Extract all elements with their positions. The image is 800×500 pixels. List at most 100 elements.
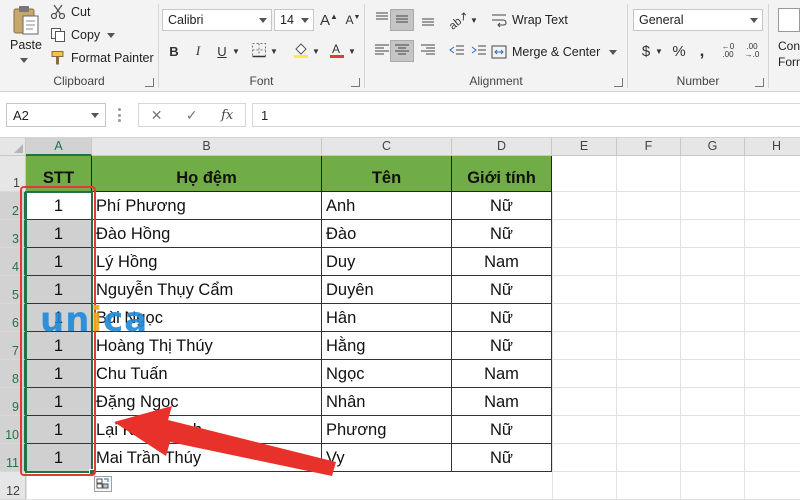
cut-button[interactable]: Cut	[50, 4, 90, 20]
stt-cell[interactable]: 1	[26, 416, 92, 444]
paste-dropdown-icon[interactable]	[20, 58, 28, 63]
copy-button[interactable]: Copy	[50, 27, 116, 43]
ten-cell[interactable]: Phương	[322, 416, 452, 444]
column-header-h[interactable]: H	[745, 138, 800, 156]
italic-button[interactable]: I	[186, 40, 210, 62]
ho-dem-cell[interactable]: Chu Tuấn	[92, 360, 322, 388]
underline-dropdown-icon[interactable]: ▼	[231, 40, 241, 62]
row-header-9[interactable]: 9	[0, 388, 26, 416]
ten-cell[interactable]: Duy	[322, 248, 452, 276]
empty-cell[interactable]	[552, 156, 617, 192]
row-header-7[interactable]: 7	[0, 332, 26, 360]
align-right-button[interactable]	[416, 40, 440, 62]
format-painter-button[interactable]: Format Painter	[50, 50, 154, 66]
orientation-dropdown-icon[interactable]: ▼	[469, 9, 479, 31]
stt-cell[interactable]: 1	[26, 360, 92, 388]
decrease-decimal-button[interactable]: .00 →.0	[740, 40, 764, 62]
ho-dem-cell[interactable]: Lại Kim Thanh	[92, 416, 322, 444]
insert-function-icon[interactable]: fx	[221, 108, 233, 123]
gioi-tinh-cell[interactable]: Nữ	[452, 304, 552, 332]
increase-font-size-button[interactable]: A▲	[317, 9, 341, 31]
copy-dropdown-icon[interactable]	[107, 32, 116, 38]
borders-dropdown-icon[interactable]: ▼	[269, 40, 279, 62]
ho-dem-cell[interactable]: Mai Trần Thúy	[92, 444, 322, 472]
row-header-1[interactable]: 1	[0, 156, 26, 192]
bottom-align-button[interactable]	[416, 9, 440, 31]
fill-handle[interactable]	[89, 469, 95, 475]
row-header-10[interactable]: 10	[0, 416, 26, 444]
number-dialog-launcher-icon[interactable]	[755, 78, 764, 87]
row-header-2[interactable]: 2	[0, 192, 26, 220]
header-cell-ten[interactable]: Tên	[322, 156, 452, 192]
column-header-b[interactable]: B	[92, 138, 322, 156]
column-header-d[interactable]: D	[452, 138, 552, 156]
header-cell-ho-dem[interactable]: Họ đệm	[92, 156, 322, 192]
column-header-c[interactable]: C	[322, 138, 452, 156]
stt-cell[interactable]: 1	[26, 220, 92, 248]
empty-cell[interactable]	[745, 156, 800, 192]
font-dialog-launcher-icon[interactable]	[351, 78, 360, 87]
row-header-3[interactable]: 3	[0, 220, 26, 248]
increase-decimal-button[interactable]: ←0.00	[716, 40, 740, 62]
enter-icon[interactable]: ✓	[186, 107, 198, 124]
decrease-font-size-button[interactable]: A▼	[341, 9, 365, 31]
font-name-dropdown[interactable]: Calibri	[162, 9, 272, 31]
ten-cell[interactable]: Hân	[322, 304, 452, 332]
row-header-4[interactable]: 4	[0, 248, 26, 276]
font-size-dropdown[interactable]: 14	[274, 9, 314, 31]
empty-cells-area[interactable]	[552, 192, 800, 500]
conditional-formatting-button[interactable]: Con Form	[772, 0, 800, 92]
ten-cell[interactable]: Nhân	[322, 388, 452, 416]
borders-button[interactable]	[247, 40, 271, 62]
ho-dem-cell[interactable]: Đào Hồng	[92, 220, 322, 248]
fill-color-button[interactable]	[289, 40, 313, 62]
percent-button[interactable]: %	[667, 40, 691, 62]
header-cell-stt[interactable]: STT	[26, 156, 92, 192]
formula-bar-splitter[interactable]	[118, 108, 122, 122]
paste-button[interactable]: Paste	[6, 4, 46, 52]
ho-dem-cell[interactable]: Lý Hồng	[92, 248, 322, 276]
bold-button[interactable]: B	[162, 40, 186, 62]
header-cell-gioi-tinh[interactable]: Giới tính	[452, 156, 552, 192]
number-format-dropdown[interactable]: General	[633, 9, 763, 31]
auto-fill-options-button[interactable]	[94, 476, 112, 492]
column-header-a[interactable]: A	[26, 138, 92, 156]
comma-style-button[interactable]: ,	[690, 40, 714, 62]
align-center-button[interactable]	[390, 40, 414, 62]
ten-cell[interactable]: Vy	[322, 444, 452, 472]
cancel-icon[interactable]: ✕	[151, 107, 163, 124]
ten-cell[interactable]: Đào	[322, 220, 452, 248]
alignment-dialog-launcher-icon[interactable]	[614, 78, 623, 87]
ten-cell[interactable]: Anh	[322, 192, 452, 220]
name-box[interactable]: A2	[6, 103, 106, 127]
font-color-dropdown-icon[interactable]: ▼	[347, 40, 357, 62]
ten-cell[interactable]: Duyên	[322, 276, 452, 304]
gioi-tinh-cell[interactable]: Nữ	[452, 192, 552, 220]
gioi-tinh-cell[interactable]: Nam	[452, 388, 552, 416]
gioi-tinh-cell[interactable]: Nữ	[452, 332, 552, 360]
ho-dem-cell[interactable]: Phí Phương	[92, 192, 322, 220]
fill-color-dropdown-icon[interactable]: ▼	[311, 40, 321, 62]
gioi-tinh-cell[interactable]: Nữ	[452, 220, 552, 248]
empty-cell[interactable]	[681, 156, 745, 192]
ten-cell[interactable]: Ngọc	[322, 360, 452, 388]
formula-input[interactable]: 1	[252, 103, 800, 127]
column-header-g[interactable]: G	[681, 138, 745, 156]
row-header-8[interactable]: 8	[0, 360, 26, 388]
empty-cell[interactable]	[617, 156, 681, 192]
row-header-5[interactable]: 5	[0, 276, 26, 304]
gioi-tinh-cell[interactable]: Nam	[452, 360, 552, 388]
increase-indent-button[interactable]	[467, 40, 491, 62]
row-header-11[interactable]: 11	[0, 444, 26, 472]
decrease-indent-button[interactable]	[445, 40, 469, 62]
row-header-12[interactable]: 12	[0, 472, 26, 500]
merge-center-button[interactable]: Merge & Center	[491, 44, 618, 60]
stt-cell[interactable]: 1	[26, 388, 92, 416]
gioi-tinh-cell[interactable]: Nữ	[452, 276, 552, 304]
middle-align-button[interactable]	[390, 9, 414, 31]
wrap-text-button[interactable]: Wrap Text	[491, 12, 568, 28]
stt-cell[interactable]: 1	[26, 444, 92, 472]
gioi-tinh-cell[interactable]: Nam	[452, 248, 552, 276]
font-color-button[interactable]: A	[325, 40, 349, 62]
currency-dropdown-icon[interactable]: ▼	[654, 40, 664, 62]
